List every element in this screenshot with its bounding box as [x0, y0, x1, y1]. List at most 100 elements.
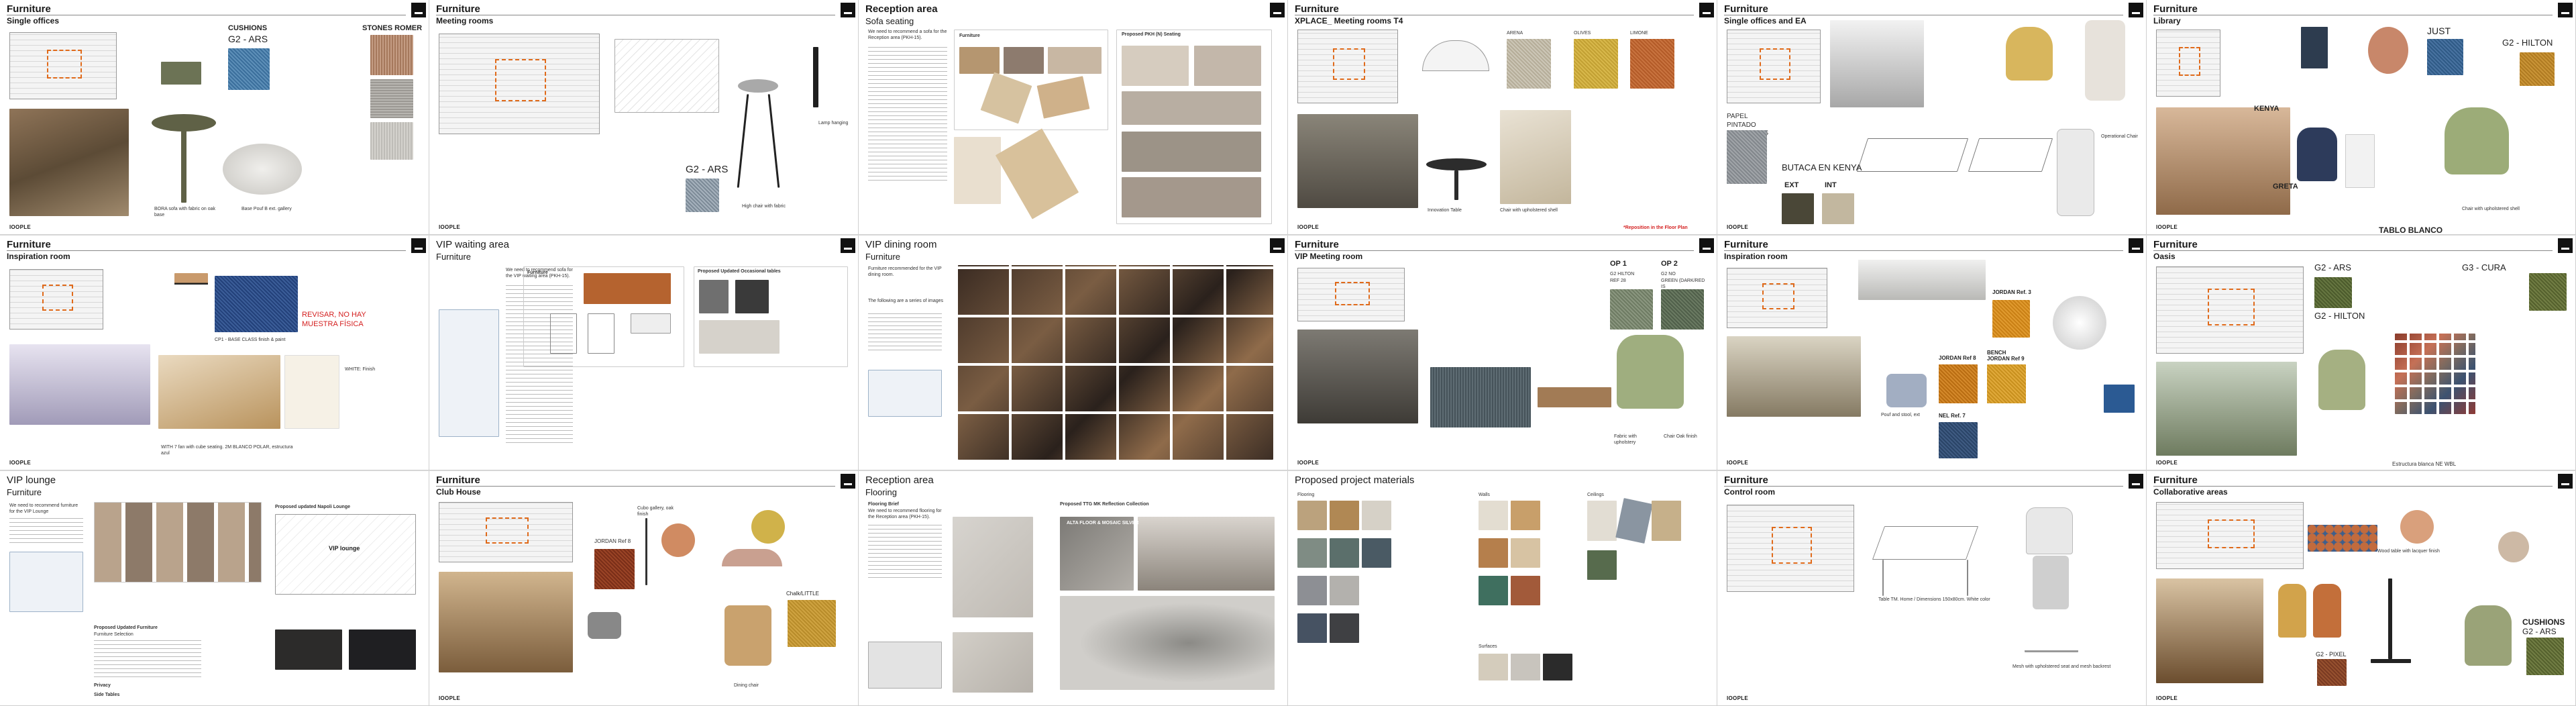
fabric-swatch	[370, 79, 413, 118]
note: Chair with upholstered shell	[1500, 208, 1558, 213]
sofa-photo	[954, 137, 1001, 204]
slide-subtitle: Meeting rooms	[436, 16, 494, 26]
sofa-photo	[959, 47, 1000, 74]
label-cushions: CUSHIONS	[228, 24, 268, 32]
lamp-photo	[751, 510, 785, 544]
slide-project-materials[interactable]: Proposed project materials Flooring Wall…	[1288, 471, 1717, 706]
chair-photo	[2318, 350, 2365, 410]
stool-photo	[588, 612, 621, 639]
fabric-swatch	[2317, 659, 2347, 686]
chair-photo	[724, 605, 771, 666]
card-title: Proposed TTG MK Reflection Collection	[1060, 502, 1149, 507]
slide-vip-dining[interactable]: VIP dining room Furniture Furniture reco…	[859, 236, 1288, 470]
sofa-photo	[1122, 177, 1261, 217]
stool-photo	[2498, 532, 2529, 562]
section-label: Flooring	[1297, 493, 1315, 497]
fabric-swatch	[2427, 39, 2463, 75]
slide-inspiration-room-2[interactable]: Furniture Inspiration room Pouf and stoo…	[1717, 236, 2147, 470]
slide-subtitle: Control room	[1724, 487, 1775, 497]
slide-vip-lounge[interactable]: VIP lounge Furniture We need to recommen…	[0, 471, 429, 706]
slide-xplace-meeting[interactable]: Furniture XPLACE_ Meeting rooms T4 ARENA…	[1288, 0, 1717, 235]
floor-plan	[439, 502, 573, 562]
note: Operational Chair	[2101, 134, 2138, 139]
slide-library[interactable]: Furniture Library JUST G2 - HILTON KENYA…	[2147, 0, 2576, 235]
room-photo	[1297, 114, 1418, 208]
slide-subtitle: Library	[2153, 16, 2181, 26]
table-photo	[1538, 387, 1611, 407]
label-fabric: G2 - ARS	[2314, 262, 2351, 272]
interior-photo	[9, 109, 129, 216]
slide-reception-sofa[interactable]: Reception area Sofa seating We need to r…	[859, 0, 1288, 235]
sofa-photo	[1194, 46, 1261, 86]
slide-grid: Furniture Single offices CUSHIONS G2 - A…	[0, 0, 2576, 706]
fabric-swatch	[370, 35, 413, 75]
brief-text	[94, 640, 201, 680]
material-swatch	[1330, 613, 1359, 643]
brief-text: We need to recommend furniture for the V…	[9, 503, 78, 514]
floor-plan	[439, 34, 600, 134]
slide-club-house[interactable]: Furniture Club House JORDAN Ref 8 Cubo g…	[429, 471, 859, 706]
fabric-int: INT	[1825, 181, 1837, 189]
chair-photo	[2297, 128, 2337, 181]
fabric-label: G2 HILTON	[1610, 272, 1635, 276]
fabric-swatch	[2529, 273, 2567, 311]
brief-text	[868, 313, 942, 354]
brief-text: We need to recommend a sofa for the Rece…	[868, 30, 947, 40]
brand-footer: IOOPLE	[1727, 460, 1749, 466]
slide-title: VIP lounge	[7, 474, 56, 486]
note: Base Pouf B ext. gallery	[241, 207, 292, 211]
divider	[2153, 486, 2553, 487]
divider	[1724, 250, 2123, 251]
material-swatch	[1479, 501, 1508, 530]
slide-inspiration-room[interactable]: Furniture Inspiration room REVISAR, NO H…	[0, 236, 429, 470]
brief-text: We need to recommend flooring for the Re…	[868, 509, 942, 519]
slide-oasis[interactable]: Furniture Oasis G2 - ARS G3 - CURA G2 - …	[2147, 236, 2576, 470]
slide-title: Furniture	[1724, 3, 1768, 15]
slide-control-room[interactable]: Furniture Control room Table TM. Home / …	[1717, 471, 2147, 706]
room-photo	[2156, 578, 2263, 683]
material-swatch	[1297, 613, 1327, 643]
brief-text: Flooring Brief	[868, 502, 899, 507]
material-swatch	[1511, 501, 1540, 530]
fabric-swatch	[686, 179, 719, 212]
divider	[1724, 486, 2123, 487]
divider	[1295, 250, 1694, 251]
stool-photo	[737, 94, 749, 188]
chair-photo	[1500, 110, 1571, 204]
slide-subtitle: Inspiration room	[1724, 252, 1788, 261]
table-drawing	[1967, 560, 1968, 596]
sketch-drawing	[614, 39, 719, 113]
slide-single-offices[interactable]: Furniture Single offices CUSHIONS G2 - A…	[0, 0, 429, 235]
brand-logo	[2558, 3, 2573, 17]
brief-text: Furniture recommended for the VIP dining…	[868, 266, 942, 277]
slide-meeting-rooms[interactable]: Furniture Meeting rooms G2 - ARS High ch…	[429, 0, 859, 235]
sofa-photo	[588, 313, 614, 354]
note: Mesh with upholstered seat and mesh back…	[2012, 664, 2111, 669]
material-swatch	[1615, 498, 1653, 544]
fabric-swatch	[1574, 39, 1618, 89]
slide-reception-flooring[interactable]: Reception area Flooring Flooring Brief W…	[859, 471, 1288, 706]
brand-footer: IOOPLE	[1297, 224, 1320, 230]
slide-subtitle: Furniture	[436, 252, 472, 262]
color-palette	[2308, 525, 2377, 552]
slide-subtitle: Oasis	[2153, 252, 2176, 261]
note: High chair with fabric	[742, 204, 786, 209]
slide-collaborative[interactable]: Furniture Collaborative areas Wood table…	[2147, 471, 2576, 706]
room-photo	[1297, 330, 1418, 423]
material-swatch	[1362, 538, 1391, 568]
fabric-swatch	[2520, 52, 2555, 86]
floor-plan	[1297, 268, 1405, 321]
material-swatch	[1479, 538, 1508, 568]
label-chalk: Chalk/LITTLE	[786, 591, 819, 597]
slide-vip-waiting[interactable]: VIP waiting area Furniture We need to re…	[429, 236, 859, 470]
office-photo	[1830, 20, 1924, 107]
slide-single-offices-ea[interactable]: Furniture Single offices and EA PAPEL PI…	[1717, 0, 2147, 235]
brand-footer: IOOPLE	[2156, 695, 2178, 701]
slide-title: Furniture	[1295, 3, 1339, 15]
slide-title: Reception area	[865, 3, 938, 15]
floor-plan-map	[868, 642, 942, 689]
slide-vip-meeting[interactable]: Furniture VIP Meeting room OP 1 OP 2 G2 …	[1288, 236, 1717, 470]
material-swatch	[1479, 654, 1508, 680]
fabric-swatch	[1507, 39, 1551, 89]
swatch-label: ARENA	[1507, 31, 1523, 36]
